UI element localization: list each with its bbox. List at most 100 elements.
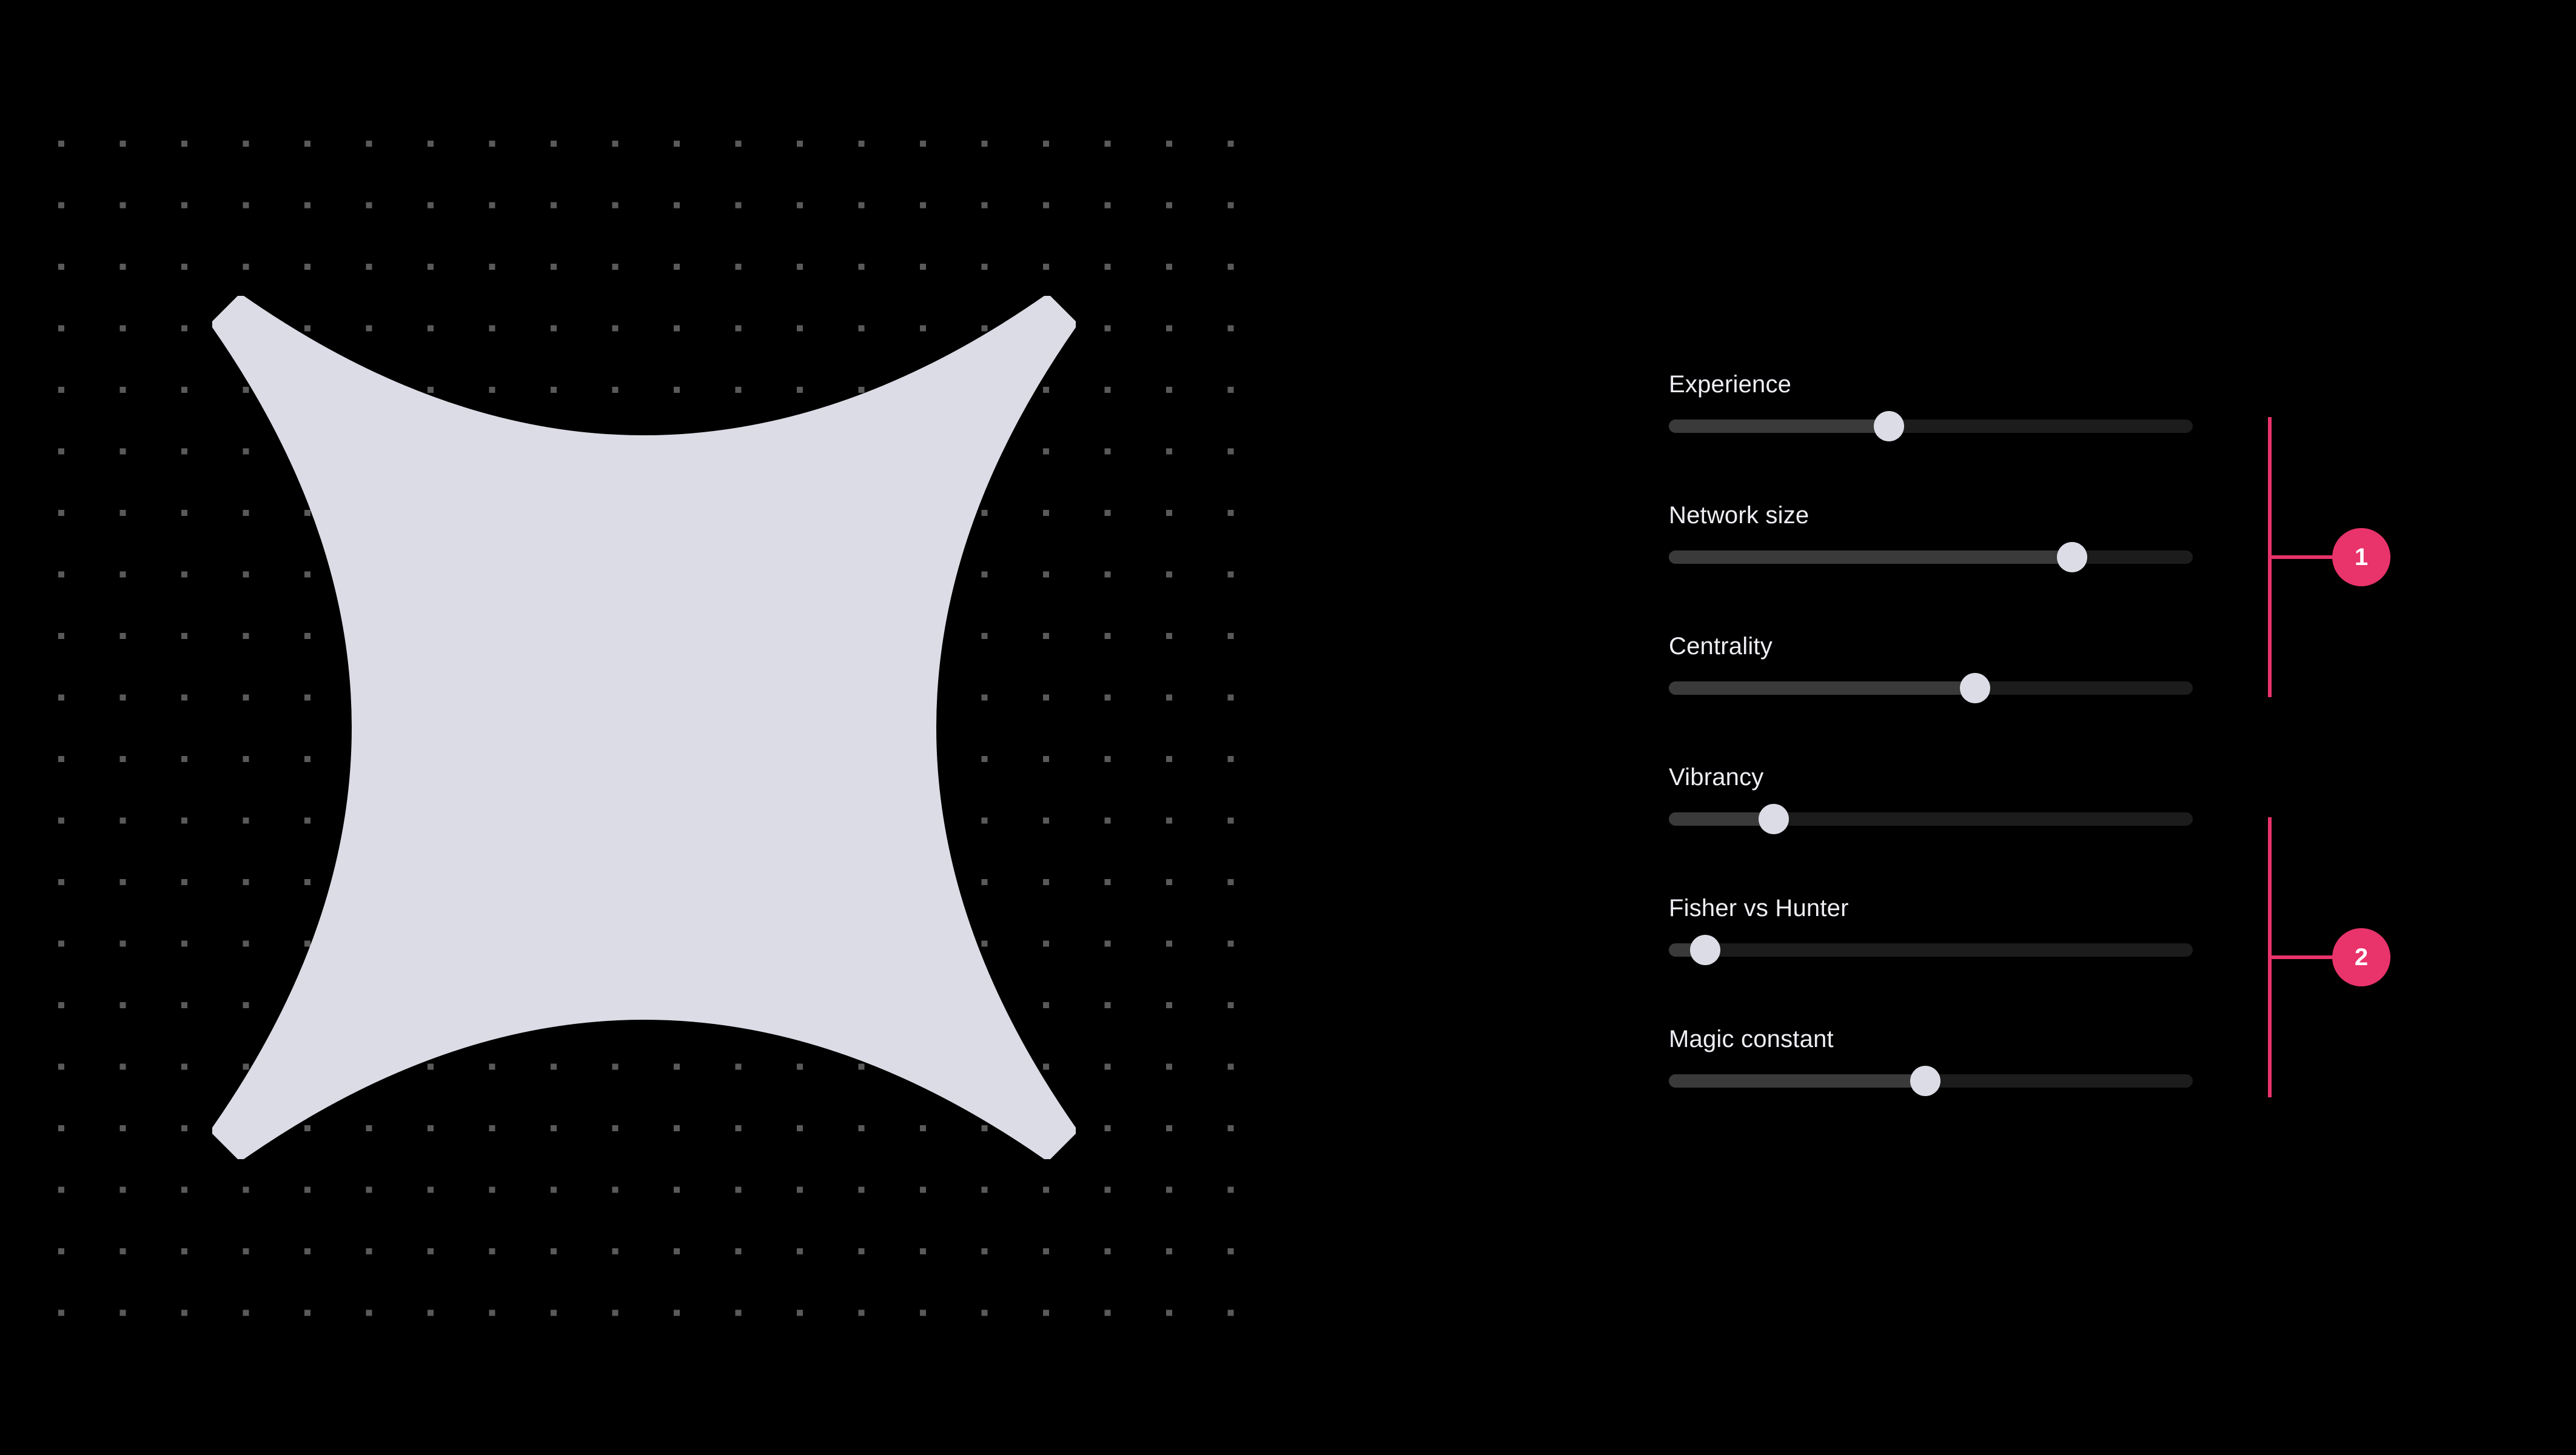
grid-dot bbox=[181, 1125, 187, 1131]
grid-dot bbox=[428, 1310, 434, 1316]
grid-dot bbox=[58, 571, 64, 578]
grid-dot bbox=[58, 1063, 64, 1070]
grid-dot bbox=[797, 1248, 803, 1254]
grid-dot bbox=[735, 141, 742, 147]
slider-track-vibrancy[interactable] bbox=[1669, 804, 2193, 834]
grid-dot bbox=[1166, 1248, 1172, 1254]
grid-dot bbox=[1166, 817, 1172, 824]
grid-dot bbox=[981, 264, 988, 270]
grid-dot bbox=[1227, 694, 1234, 701]
grid-dot bbox=[1166, 1125, 1172, 1131]
grid-dot bbox=[797, 1186, 803, 1193]
bracket-connector-2 bbox=[2268, 955, 2335, 959]
grid-dot bbox=[1166, 1063, 1172, 1070]
grid-dot bbox=[243, 1248, 249, 1254]
grid-dot bbox=[58, 940, 64, 947]
slider-thumb-network-size[interactable] bbox=[2057, 542, 2088, 572]
grid-dot bbox=[428, 1186, 434, 1193]
grid-dot bbox=[797, 1310, 803, 1316]
grid-dot bbox=[119, 1125, 126, 1131]
grid-dot bbox=[920, 141, 926, 147]
grid-dot bbox=[58, 141, 64, 147]
stage: Experience Network size Centrality Vibra… bbox=[0, 0, 2576, 1455]
grid-dot bbox=[920, 1310, 926, 1316]
grid-dot bbox=[1104, 448, 1111, 455]
grid-dot bbox=[981, 141, 988, 147]
grid-dot bbox=[1104, 1063, 1111, 1070]
grid-dot bbox=[181, 325, 187, 332]
grid-dot bbox=[119, 694, 126, 701]
grid-dot bbox=[1104, 325, 1111, 332]
grid-dot bbox=[181, 571, 187, 578]
grid-dot bbox=[119, 1186, 126, 1193]
slider-thumb-centrality[interactable] bbox=[1960, 673, 1991, 703]
grid-dot bbox=[366, 1310, 372, 1316]
grid-dot bbox=[735, 1310, 742, 1316]
bracket-connector-1 bbox=[2268, 555, 2335, 559]
slider-thumb-vibrancy[interactable] bbox=[1758, 804, 1789, 834]
slider-thumb-experience[interactable] bbox=[1873, 411, 1904, 441]
slider-label-centrality: Centrality bbox=[1669, 633, 1773, 660]
grid-dot bbox=[551, 264, 557, 270]
slider-fill-network-size bbox=[1669, 550, 2073, 564]
grid-dot bbox=[1227, 1063, 1234, 1070]
grid-dot bbox=[674, 264, 680, 270]
slider-track-magic-constant[interactable] bbox=[1669, 1066, 2193, 1096]
grid-dot bbox=[1227, 879, 1234, 885]
grid-dot bbox=[119, 510, 126, 516]
grid-dot bbox=[243, 141, 249, 147]
grid-dot bbox=[243, 1310, 249, 1316]
grid-dot bbox=[735, 264, 742, 270]
grid-dot bbox=[1166, 879, 1172, 885]
slider-thumb-magic-constant[interactable] bbox=[1910, 1066, 1941, 1096]
grid-dot bbox=[58, 633, 64, 639]
grid-dot bbox=[58, 448, 64, 455]
slider-thumb-fisher-vs-hunter[interactable] bbox=[1690, 935, 1721, 965]
grid-dot bbox=[58, 264, 64, 270]
grid-dot bbox=[181, 879, 187, 885]
grid-dot bbox=[181, 817, 187, 824]
grid-dot bbox=[1227, 141, 1234, 147]
grid-dot bbox=[797, 264, 803, 270]
grid-dot bbox=[119, 448, 126, 455]
grid-dot bbox=[1166, 202, 1172, 209]
grid-dot bbox=[612, 202, 619, 209]
grid-dot bbox=[1227, 940, 1234, 947]
group-bracket-1: 1 bbox=[2268, 417, 2390, 697]
grid-dot bbox=[58, 202, 64, 209]
grid-dot bbox=[243, 1186, 249, 1193]
grid-dot bbox=[1227, 264, 1234, 270]
grid-dot bbox=[920, 1248, 926, 1254]
slider-track-network-size[interactable] bbox=[1669, 542, 2193, 572]
grid-dot bbox=[119, 940, 126, 947]
grid-dot bbox=[119, 1063, 126, 1070]
grid-dot bbox=[119, 1310, 126, 1316]
grid-dot bbox=[1043, 1310, 1049, 1316]
grid-dot bbox=[366, 202, 372, 209]
grid-dot bbox=[489, 264, 495, 270]
grid-dot bbox=[181, 1063, 187, 1070]
grid-dot bbox=[1104, 1186, 1111, 1193]
grid-dot bbox=[181, 756, 187, 762]
grid-dot bbox=[858, 141, 865, 147]
grid-dot bbox=[181, 1002, 187, 1008]
grid-dot bbox=[58, 817, 64, 824]
grid-dot bbox=[366, 1248, 372, 1254]
grid-dot bbox=[181, 202, 187, 209]
group-bracket-2: 2 bbox=[2268, 817, 2390, 1097]
slider-magic-constant: Magic constant bbox=[1669, 1018, 2196, 1149]
grid-dot bbox=[612, 1248, 619, 1254]
grid-dot bbox=[858, 1186, 865, 1193]
grid-dot bbox=[858, 264, 865, 270]
grid-dot bbox=[1166, 325, 1172, 332]
slider-track-fisher-vs-hunter[interactable] bbox=[1669, 935, 2193, 965]
slider-track-experience[interactable] bbox=[1669, 411, 2193, 441]
grid-dot bbox=[119, 1248, 126, 1254]
grid-dot bbox=[304, 202, 310, 209]
grid-dot bbox=[181, 1248, 187, 1254]
grid-dot bbox=[119, 879, 126, 885]
grid-dot bbox=[1166, 694, 1172, 701]
grid-dot bbox=[1104, 387, 1111, 393]
slider-track-centrality[interactable] bbox=[1669, 673, 2193, 703]
grid-dot bbox=[243, 264, 249, 270]
